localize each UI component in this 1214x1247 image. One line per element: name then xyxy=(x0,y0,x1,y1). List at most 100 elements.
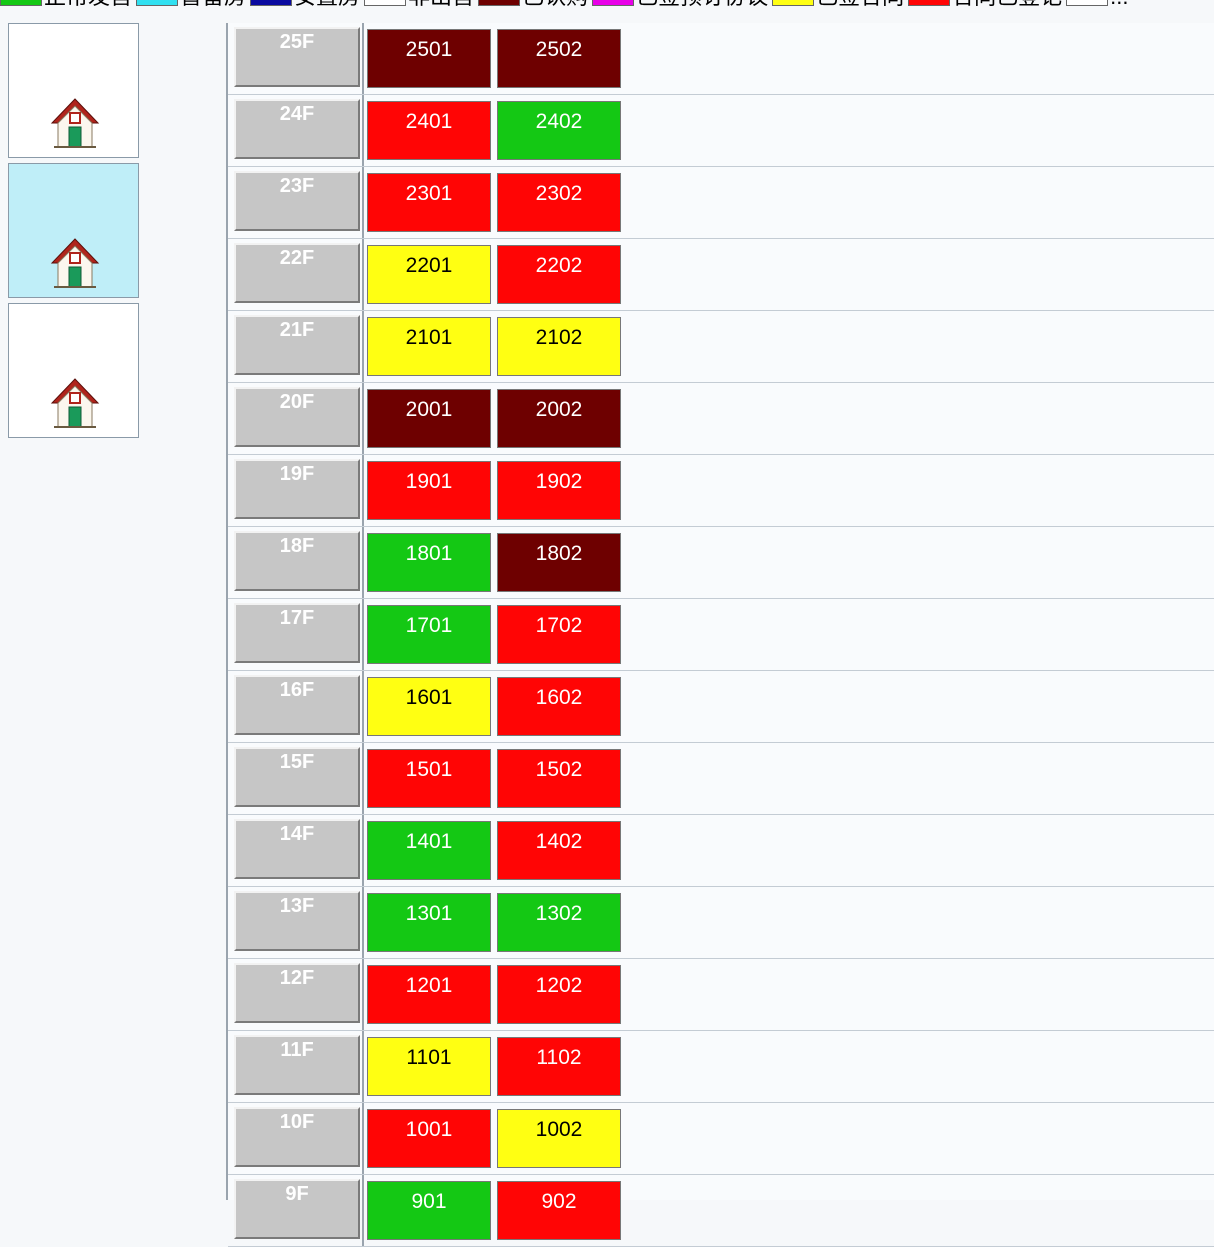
floor-label: 23F xyxy=(234,171,360,231)
unit-cell[interactable]: 2201 xyxy=(367,245,491,304)
floor-divider xyxy=(362,599,364,670)
floor-row: 16F 1601 1602 xyxy=(228,671,1214,743)
floor-grid: 25F 2501 2502 24F 2401 2402 23F 2301 2302 22F 2201… xyxy=(226,23,1214,1247)
floor-row: 24F 2401 2402 xyxy=(228,95,1214,167)
unit-cell[interactable]: 2501 xyxy=(367,29,491,88)
floor-label: 22F xyxy=(234,243,360,303)
floor-label: 12F xyxy=(234,963,360,1023)
floor-row: 22F 2201 2202 xyxy=(228,239,1214,311)
floor-divider xyxy=(362,167,364,238)
legend-swatch xyxy=(364,0,407,6)
unit-cell[interactable]: 1301 xyxy=(367,893,491,952)
legend-label: 正常发售 xyxy=(44,0,132,7)
unit-cell[interactable]: 2002 xyxy=(497,389,621,448)
floor-label: 10F xyxy=(234,1107,360,1167)
legend-item: 合同已登记 xyxy=(908,0,1062,7)
legend-swatch xyxy=(1066,0,1109,6)
status-legend: 正常发售 暂留房 安置房 非出售 已认购 已签预订协议 已签合同 合同已登记... xyxy=(0,0,1214,7)
floor-divider xyxy=(362,959,364,1030)
floor-row: 9F 901 902 xyxy=(228,1175,1214,1247)
floor-divider xyxy=(362,527,364,598)
unit-cell[interactable]: 1202 xyxy=(497,965,621,1024)
unit-cell[interactable]: 1201 xyxy=(367,965,491,1024)
unit-cell[interactable]: 1602 xyxy=(497,677,621,736)
floor-divider xyxy=(362,815,364,886)
floor-divider xyxy=(362,383,364,454)
legend-swatch xyxy=(592,0,635,6)
unit-cell[interactable]: 2101 xyxy=(367,317,491,376)
legend-swatch xyxy=(478,0,521,6)
unit-cell[interactable]: 1902 xyxy=(497,461,621,520)
unit-cell[interactable]: 1002 xyxy=(497,1109,621,1168)
building-card[interactable] xyxy=(8,163,139,298)
legend-item: ... xyxy=(1066,0,1128,7)
legend-item: 已认购 xyxy=(478,0,588,7)
unit-cell[interactable]: 1402 xyxy=(497,821,621,880)
unit-cell[interactable]: 2001 xyxy=(367,389,491,448)
floor-row: 10F 1001 1002 xyxy=(228,1103,1214,1175)
unit-cell[interactable]: 1701 xyxy=(367,605,491,664)
unit-cell[interactable]: 2202 xyxy=(497,245,621,304)
building-card[interactable] xyxy=(8,303,139,438)
unit-cell[interactable]: 1901 xyxy=(367,461,491,520)
floor-divider xyxy=(362,1031,364,1102)
floor-row: 21F 2101 2102 xyxy=(228,311,1214,383)
unit-cell[interactable]: 1801 xyxy=(367,533,491,592)
unit-cell[interactable]: 1102 xyxy=(497,1037,621,1096)
floor-row: 13F 1301 1302 xyxy=(228,887,1214,959)
unit-cell[interactable]: 1802 xyxy=(497,533,621,592)
house-icon xyxy=(50,97,100,149)
unit-cell[interactable]: 2102 xyxy=(497,317,621,376)
floor-label: 19F xyxy=(234,459,360,519)
legend-item: 非出售 xyxy=(364,0,474,7)
house-icon xyxy=(50,377,100,429)
unit-cell[interactable]: 2401 xyxy=(367,101,491,160)
floor-row: 15F 1501 1502 xyxy=(228,743,1214,815)
unit-cell[interactable]: 901 xyxy=(367,1181,491,1240)
unit-cell[interactable]: 902 xyxy=(497,1181,621,1240)
floor-label: 18F xyxy=(234,531,360,591)
unit-cell[interactable]: 1502 xyxy=(497,749,621,808)
building-card[interactable] xyxy=(8,23,139,158)
floor-divider xyxy=(362,1175,364,1246)
legend-label: 暂留房 xyxy=(180,0,246,7)
legend-swatch xyxy=(908,0,951,6)
floor-divider xyxy=(362,23,364,94)
unit-cell[interactable]: 2301 xyxy=(367,173,491,232)
floor-label: 14F xyxy=(234,819,360,879)
unit-cell[interactable]: 1101 xyxy=(367,1037,491,1096)
unit-cell[interactable]: 2402 xyxy=(497,101,621,160)
legend-label: ... xyxy=(1110,0,1128,7)
floor-row: 18F 1801 1802 xyxy=(228,527,1214,599)
floor-label: 16F xyxy=(234,675,360,735)
unit-cell[interactable]: 1401 xyxy=(367,821,491,880)
floor-divider xyxy=(362,743,364,814)
legend-label: 已签合同 xyxy=(816,0,904,7)
legend-label: 合同已登记 xyxy=(952,0,1062,7)
floor-divider xyxy=(362,239,364,310)
floor-divider xyxy=(362,95,364,166)
floor-label: 20F xyxy=(234,387,360,447)
floor-row: 17F 1701 1702 xyxy=(228,599,1214,671)
floor-row: 25F 2501 2502 xyxy=(228,23,1214,95)
unit-cell[interactable]: 1601 xyxy=(367,677,491,736)
unit-cell[interactable]: 1302 xyxy=(497,893,621,952)
floor-row: 19F 1901 1902 xyxy=(228,455,1214,527)
floor-label: 15F xyxy=(234,747,360,807)
legend-item: 正常发售 xyxy=(0,0,132,7)
unit-cell[interactable]: 1001 xyxy=(367,1109,491,1168)
legend-item: 安置房 xyxy=(250,0,360,7)
building-list xyxy=(0,8,226,1200)
floor-label: 13F xyxy=(234,891,360,951)
floor-divider xyxy=(362,455,364,526)
legend-swatch xyxy=(0,0,42,6)
floor-row: 11F 1101 1102 xyxy=(228,1031,1214,1103)
unit-cell[interactable]: 2502 xyxy=(497,29,621,88)
floor-divider xyxy=(362,311,364,382)
unit-cell[interactable]: 2302 xyxy=(497,173,621,232)
unit-cell[interactable]: 1702 xyxy=(497,605,621,664)
floor-label: 11F xyxy=(234,1035,360,1095)
unit-cell[interactable]: 1501 xyxy=(367,749,491,808)
floor-label: 17F xyxy=(234,603,360,663)
legend-swatch xyxy=(772,0,815,6)
